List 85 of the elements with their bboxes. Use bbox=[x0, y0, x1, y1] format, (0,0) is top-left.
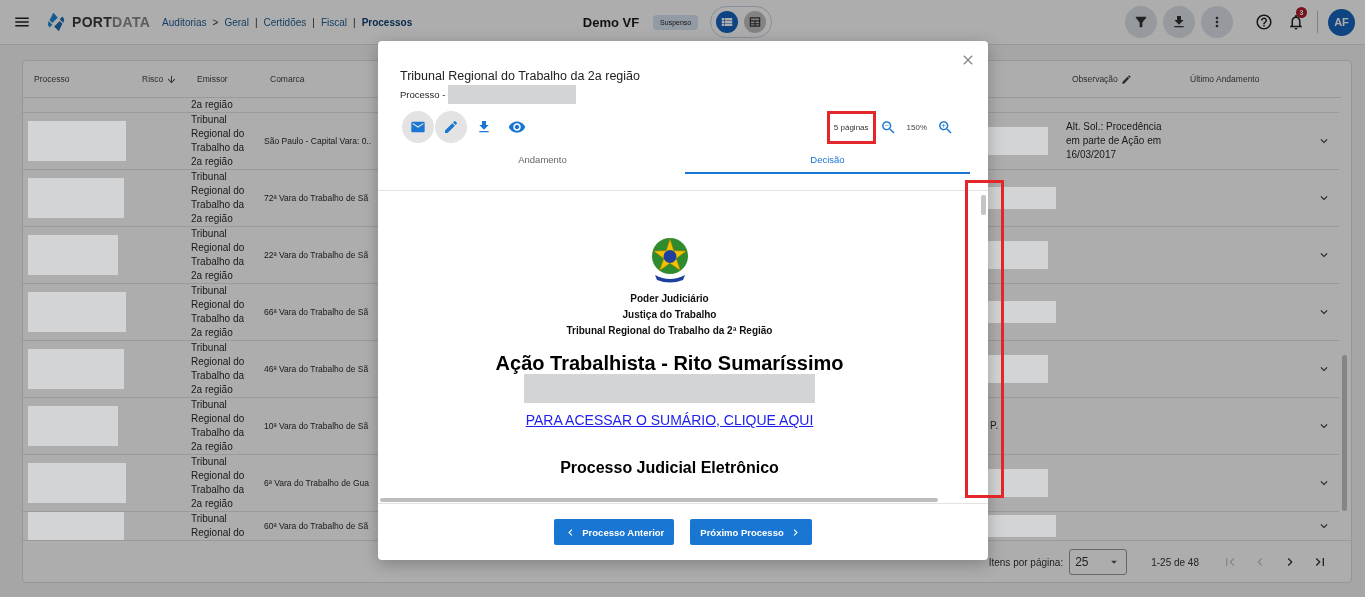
redacted-block bbox=[986, 355, 1048, 383]
zoom-level: 150% bbox=[906, 122, 927, 132]
table-cell-text: Tribunal Regional do Trabalho da 2a região bbox=[191, 170, 246, 226]
help-icon bbox=[1255, 13, 1273, 31]
column-header[interactable]: Último Andamento bbox=[1190, 74, 1260, 84]
table-cell-text: Alt. Sol.: Procedência em parte de Ação em 16/03/2017 bbox=[1066, 120, 1163, 162]
horizontal-scrollbar-thumb[interactable] bbox=[380, 498, 938, 502]
breadcrumb-link[interactable]: Fiscal bbox=[320, 16, 348, 28]
page-range: 1-25 de 48 bbox=[1151, 556, 1199, 568]
edit-button[interactable] bbox=[435, 111, 467, 143]
logo-wordmark: PORTDATA bbox=[72, 14, 151, 30]
next-process-button[interactable]: Próximo Processo bbox=[690, 519, 812, 545]
table-cell-text: Tribunal Regional do Trabalho da 2a região bbox=[191, 284, 246, 340]
redacted-block bbox=[986, 187, 1056, 209]
download-icon bbox=[1171, 14, 1187, 30]
table-cell-text: Tribunal Regional do bbox=[191, 512, 246, 540]
user-avatar[interactable]: AF bbox=[1328, 8, 1355, 36]
document-text: Justiça do Trabalho bbox=[622, 308, 717, 322]
scrollbar-thumb[interactable] bbox=[1342, 355, 1347, 511]
breadcrumb-link[interactable]: Processos bbox=[361, 16, 413, 28]
page-size-select[interactable]: 25 bbox=[1069, 549, 1128, 575]
document-text: Tribunal Regional do Trabalho da 2ª Região bbox=[566, 324, 773, 338]
table-cell-text: 60ª Vara do Trabalho de Sã bbox=[264, 520, 369, 533]
table-cell-text: Tribunal Regional do Trabalho da 2a região bbox=[191, 227, 246, 283]
download-button[interactable] bbox=[1163, 6, 1195, 38]
pencil-icon bbox=[1120, 73, 1132, 85]
breadcrumb-link[interactable]: Geral bbox=[224, 16, 249, 28]
pencil-icon bbox=[443, 119, 459, 135]
redacted-block bbox=[986, 127, 1048, 155]
redacted-block bbox=[986, 301, 1056, 323]
document-subheading: Processo Judicial Eletrônico bbox=[560, 459, 779, 477]
list-icon bbox=[720, 15, 735, 29]
table-cell-text: Tribunal Regional do Trabalho da 2a região bbox=[191, 455, 246, 511]
redacted-block bbox=[986, 469, 1048, 497]
table-cell-text: 10ª Vara do Trabalho de Sã bbox=[264, 420, 369, 433]
table-cell-text: 6ª Vara do Trabalho de Gua bbox=[264, 477, 370, 490]
eye-icon bbox=[508, 118, 526, 136]
table-cell-text: Tribunal Regional do Trabalho da 2a região bbox=[191, 113, 246, 169]
email-button[interactable] bbox=[402, 111, 434, 143]
breadcrumb-separator: | bbox=[254, 16, 258, 28]
mail-icon bbox=[410, 119, 426, 135]
column-header[interactable]: Emissor bbox=[197, 74, 228, 84]
breadcrumb-separator: | bbox=[353, 16, 356, 28]
breadcrumb-link[interactable]: Certidões bbox=[263, 16, 307, 28]
table-cell-text: 22ª Vara do Trabalho de Sã bbox=[264, 249, 369, 262]
grid-icon bbox=[748, 15, 763, 29]
logo-icon bbox=[45, 11, 67, 33]
table-cell-text: 46ª Vara do Trabalho de Sã bbox=[264, 363, 369, 376]
help-button[interactable] bbox=[1255, 13, 1273, 31]
previous-process-button[interactable]: Processo Anterior bbox=[554, 519, 675, 545]
list-view-button[interactable] bbox=[716, 11, 739, 33]
filter-button[interactable] bbox=[1125, 6, 1157, 38]
table-cell-text: 72ª Vara do Trabalho de Sã bbox=[264, 192, 369, 205]
column-header[interactable]: Risco bbox=[142, 73, 178, 85]
breadcrumb-link[interactable]: Auditorias bbox=[162, 16, 207, 28]
download-icon bbox=[476, 119, 492, 135]
vertical-scrollbar-thumb[interactable] bbox=[981, 195, 986, 215]
table-cell: P. bbox=[990, 419, 999, 433]
document-heading: Ação Trabalhista - Rito Sumaríssimo bbox=[495, 352, 844, 374]
table-view-button[interactable] bbox=[744, 11, 767, 33]
modal-title: Tribunal Regional do Trabalho da 2a região bbox=[400, 69, 641, 83]
tab[interactable]: Andamento bbox=[400, 146, 685, 174]
page-title: Demo VF bbox=[582, 14, 640, 30]
table-cell: 2a região bbox=[191, 98, 233, 112]
column-header[interactable]: Processo bbox=[34, 74, 70, 84]
page-count: 5 páginas bbox=[826, 110, 876, 144]
column-header[interactable]: Comarca bbox=[270, 74, 305, 84]
table-cell-text: Tribunal Regional do Trabalho da 2a região bbox=[191, 398, 246, 454]
summary-link[interactable]: PARA ACESSAR O SUMÁRIO, CLIQUE AQUI bbox=[525, 412, 814, 428]
redacted-block bbox=[986, 515, 1056, 537]
breadcrumb-separator: | bbox=[312, 16, 315, 28]
zoom-in-icon bbox=[936, 118, 954, 136]
sort-arrow-icon bbox=[166, 73, 178, 85]
tab[interactable]: Decisão bbox=[685, 146, 970, 174]
breadcrumb-separator: > bbox=[212, 16, 219, 28]
process-label: Processo - bbox=[400, 89, 446, 100]
items-per-page-label: Itens por página: bbox=[988, 556, 1064, 568]
table-cell-text: São Paulo - Capital Vara: 0.. bbox=[264, 135, 372, 148]
table-cell-text: 66ª Vara do Trabalho de Sã bbox=[264, 306, 369, 319]
table-cell-text: Tribunal Regional do Trabalho da 2a região bbox=[191, 341, 246, 397]
column-header[interactable]: Observação bbox=[1072, 73, 1132, 85]
document-text: Poder Judiciário bbox=[630, 292, 709, 306]
redacted-block bbox=[986, 241, 1048, 269]
zoom-in-button[interactable] bbox=[936, 118, 954, 136]
filter-icon bbox=[1133, 14, 1149, 30]
